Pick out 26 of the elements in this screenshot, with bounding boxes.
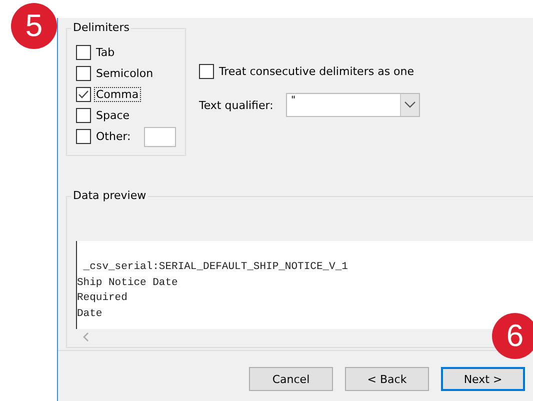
preview-line: Date xyxy=(77,306,104,322)
checkbox-label: Other: xyxy=(95,130,132,143)
checkbox-label: Tab xyxy=(95,46,116,59)
preview-line: Required xyxy=(77,291,128,306)
other-field[interactable] xyxy=(144,126,176,146)
checkbox-label: Space xyxy=(95,109,131,122)
preview-line: _csv_serial:SERIAL_DEFAULT_SHIP_NOTICE_V_1 xyxy=(82,260,349,275)
checkbox[interactable] xyxy=(199,64,214,79)
group-title: Data preview xyxy=(71,189,148,202)
checkbox[interactable] xyxy=(76,87,91,102)
field-label: Text qualifier: xyxy=(199,98,274,112)
checkbox[interactable] xyxy=(76,66,91,81)
chevron-down-icon xyxy=(404,101,416,109)
step-badge: 5 xyxy=(11,3,57,49)
checkbox-label: Semicolon xyxy=(95,67,154,80)
checkbox[interactable] xyxy=(76,129,91,144)
text-qualifier-dropdown[interactable]: " xyxy=(286,93,420,117)
preview-line: Ship Notice Date xyxy=(77,276,179,290)
dialog-button[interactable]: < Back xyxy=(345,367,429,391)
checkbox[interactable] xyxy=(76,108,91,123)
checkbox-label: Comma xyxy=(95,88,140,101)
dialog-button[interactable]: Cancel xyxy=(249,367,333,391)
group-title: Delimiters xyxy=(71,21,132,34)
checkbox[interactable] xyxy=(76,45,91,60)
dialog-button[interactable]: Next > xyxy=(441,367,525,391)
checkbox-label: Treat consecutive delimiters as one xyxy=(218,65,416,78)
